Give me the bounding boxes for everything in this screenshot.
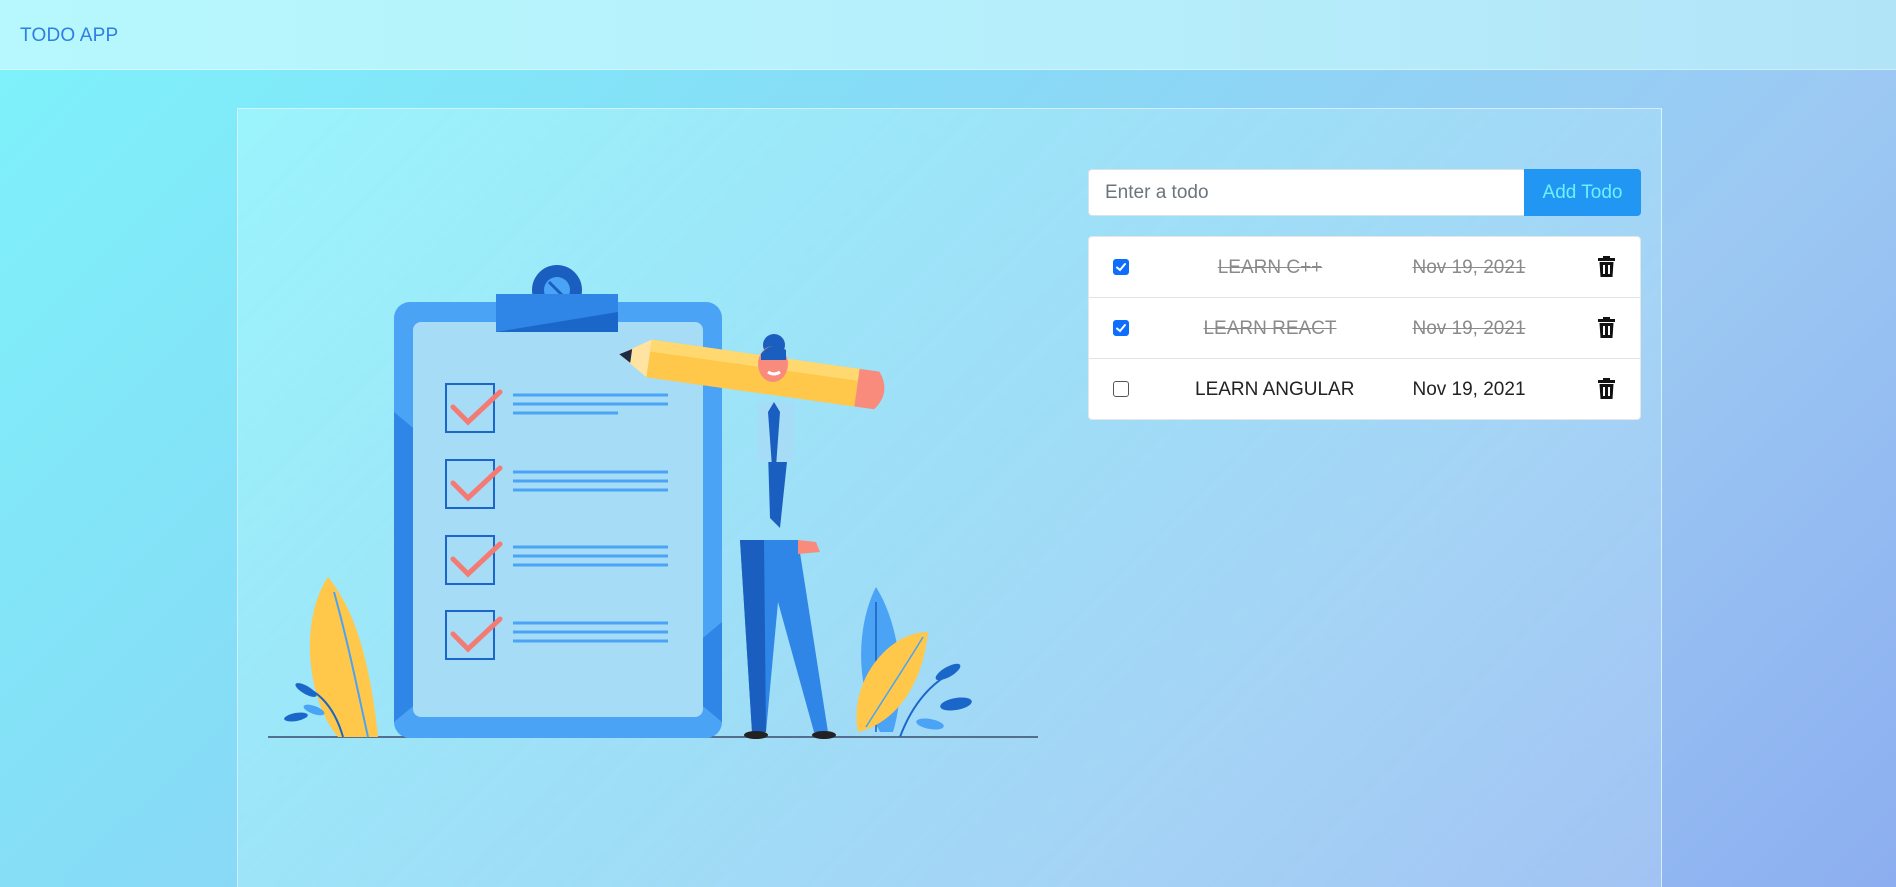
todo-checkbox[interactable] bbox=[1113, 381, 1129, 397]
todo-checkbox[interactable] bbox=[1113, 320, 1129, 336]
trash-icon[interactable] bbox=[1598, 256, 1615, 277]
todo-title: LEARN C++ bbox=[1217, 257, 1323, 278]
add-todo-form: Add Todo bbox=[1088, 169, 1641, 216]
checkmark-icon bbox=[1116, 324, 1126, 333]
todo-checkbox[interactable] bbox=[1113, 259, 1129, 275]
todo-input[interactable] bbox=[1088, 169, 1524, 216]
todo-title: LEARN ANGULAR bbox=[1195, 379, 1355, 400]
todo-date: Nov 19, 2021 bbox=[1412, 379, 1526, 400]
todo-date: Nov 19, 2021 bbox=[1412, 257, 1526, 278]
brand-link[interactable]: TODO APP bbox=[20, 25, 118, 47]
navbar: TODO APP bbox=[0, 0, 1896, 70]
todo-item: LEARN ANGULAR Nov 19, 2021 bbox=[1089, 359, 1640, 419]
todo-date: Nov 19, 2021 bbox=[1412, 318, 1526, 339]
todo-item: LEARN REACT Nov 19, 2021 bbox=[1089, 298, 1640, 359]
todo-illustration bbox=[268, 265, 1038, 739]
todo-list: LEARN C++ Nov 19, 2021 LEARN REACT Nov 1… bbox=[1088, 236, 1641, 420]
trash-icon[interactable] bbox=[1598, 378, 1615, 399]
checkmark-icon bbox=[1116, 263, 1126, 272]
trash-icon[interactable] bbox=[1598, 317, 1615, 338]
todo-title: LEARN REACT bbox=[1203, 318, 1337, 339]
todo-item: LEARN C++ Nov 19, 2021 bbox=[1089, 237, 1640, 298]
add-todo-button[interactable]: Add Todo bbox=[1524, 169, 1641, 216]
